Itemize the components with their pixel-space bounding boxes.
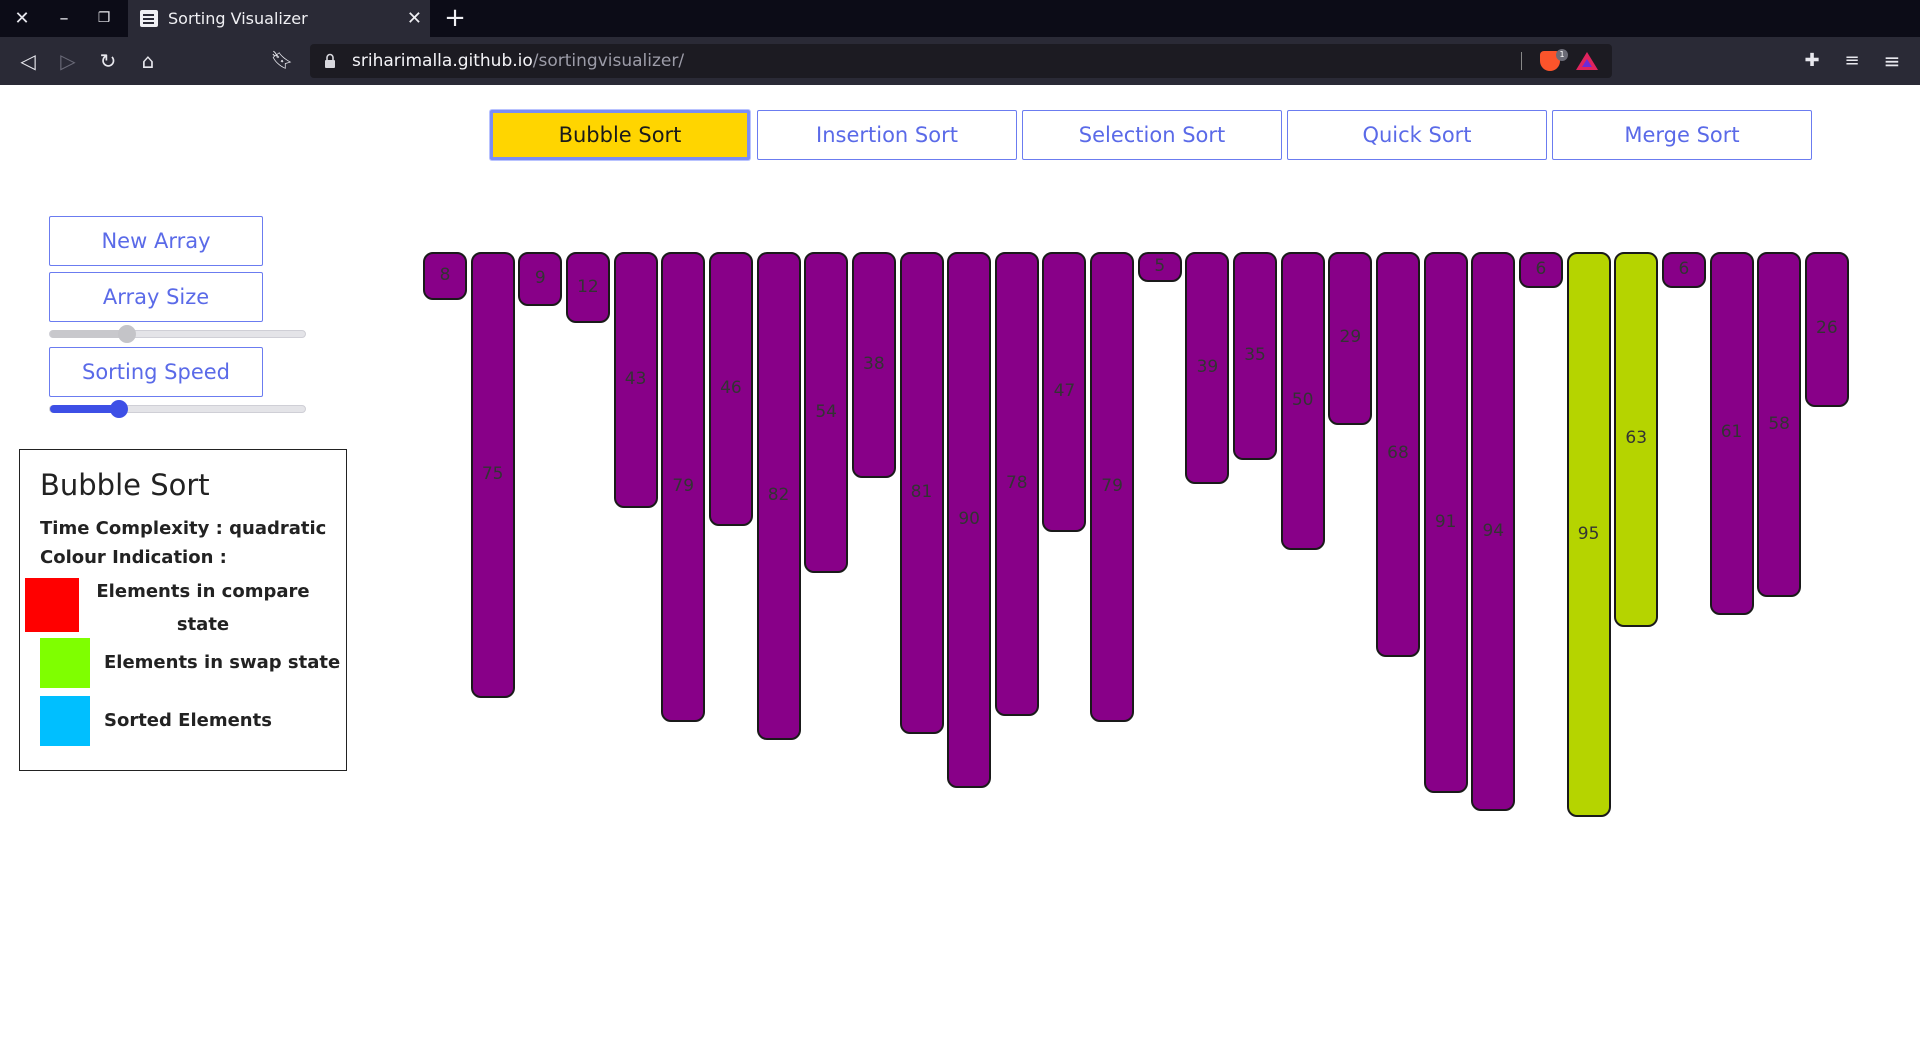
back-icon[interactable]: ◁ bbox=[12, 37, 44, 85]
tab-close-icon[interactable]: ✕ bbox=[407, 0, 422, 37]
array-bar-value: 43 bbox=[624, 368, 647, 389]
array-bar-value: 79 bbox=[1101, 476, 1123, 497]
bookmark-icon[interactable]: 🔖︎ bbox=[266, 37, 298, 85]
array-bar-value: 63 bbox=[1625, 428, 1648, 449]
tab-title: Sorting Visualizer bbox=[168, 9, 308, 28]
array-bar-value: 58 bbox=[1768, 413, 1790, 434]
array-bar-value: 79 bbox=[672, 476, 695, 497]
array-bar-value: 9 bbox=[534, 267, 546, 288]
array-bar-value: 81 bbox=[910, 481, 933, 502]
browser-tab-bar: ✕ – ❐ Sorting Visualizer ✕ + bbox=[0, 0, 1920, 37]
url-text: sriharimalla.github.io/sortingvisualizer… bbox=[352, 51, 685, 71]
array-bar-value: 6 bbox=[1678, 258, 1690, 279]
lock-icon bbox=[325, 53, 335, 68]
close-window-icon[interactable]: ✕ bbox=[6, 0, 38, 37]
playlist-icon[interactable]: ≡ bbox=[1836, 37, 1868, 85]
array-bar-value: 68 bbox=[1387, 443, 1409, 464]
browser-tab[interactable]: Sorting Visualizer ✕ bbox=[128, 0, 430, 37]
array-bar-value: 90 bbox=[958, 508, 980, 529]
array-bar-value: 35 bbox=[1244, 345, 1266, 366]
page-content: Bubble Sort Insertion Sort Selection Sor… bbox=[0, 85, 1920, 1052]
array-bar-value: 94 bbox=[1482, 520, 1505, 541]
array-bar-value: 26 bbox=[1816, 318, 1838, 339]
page-favicon-icon bbox=[140, 10, 158, 27]
forward-icon[interactable]: ▷ bbox=[52, 37, 84, 85]
browser-nav-bar: ◁ ▷ ↻ ⌂ 🔖︎ sriharimalla.github.io/sortin… bbox=[0, 37, 1920, 85]
brave-rewards-icon[interactable] bbox=[1576, 52, 1598, 70]
array-bar-value: 82 bbox=[767, 484, 790, 505]
array-bar-value: 12 bbox=[577, 276, 599, 297]
array-bar-value: 78 bbox=[1005, 473, 1028, 494]
address-bar[interactable]: sriharimalla.github.io/sortingvisualizer… bbox=[310, 44, 1612, 78]
menu-icon[interactable]: ≡ bbox=[1876, 37, 1908, 85]
extensions-icon[interactable]: ✚ bbox=[1796, 37, 1828, 85]
array-bar-value: 54 bbox=[815, 401, 837, 422]
new-tab-icon[interactable]: + bbox=[440, 0, 470, 37]
array-bar-value: 61 bbox=[1720, 422, 1743, 443]
array-bar-value: 46 bbox=[720, 377, 742, 398]
array-bar-value: 6 bbox=[1535, 258, 1547, 279]
array-bar-value: 29 bbox=[1339, 327, 1362, 348]
minimize-window-icon[interactable]: – bbox=[48, 0, 80, 37]
array-bar-value: 5 bbox=[1154, 255, 1166, 276]
array-bar-value: 95 bbox=[1577, 523, 1600, 544]
array-bar-value: 75 bbox=[481, 464, 504, 485]
array-bars-area: 8 75 9 12 43 79 46 82 54 38 81 90 78 47 79 5 39 35 50 29 68 9… bbox=[0, 85, 1920, 1052]
reload-icon[interactable]: ↻ bbox=[92, 37, 124, 85]
restore-window-icon[interactable]: ❐ bbox=[88, 0, 120, 37]
array-bar-value: 8 bbox=[439, 264, 451, 285]
array-bar-value: 47 bbox=[1053, 380, 1076, 401]
array-bar-value: 38 bbox=[863, 354, 885, 375]
url-separator bbox=[1521, 52, 1522, 70]
array-bar-value: 39 bbox=[1196, 357, 1219, 378]
array-bar-value: 91 bbox=[1434, 511, 1457, 532]
array-bar-value: 50 bbox=[1291, 389, 1314, 410]
shields-count-badge: 1 bbox=[1556, 49, 1568, 61]
home-icon[interactable]: ⌂ bbox=[132, 37, 164, 85]
